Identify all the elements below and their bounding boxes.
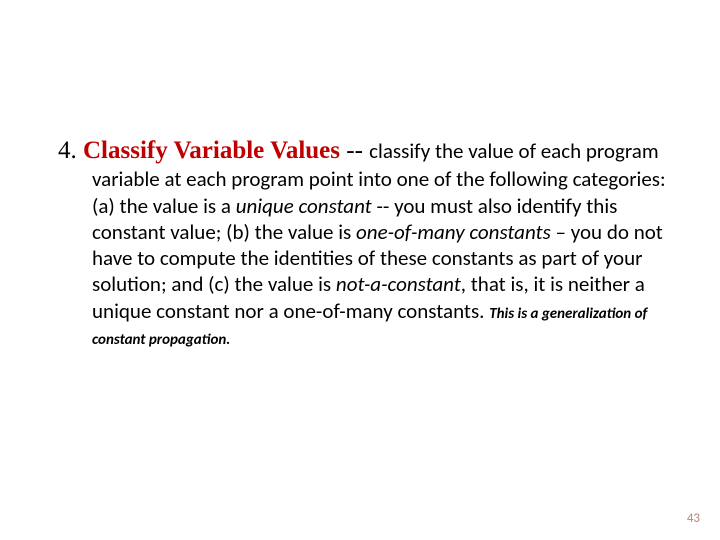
- page-number: 43: [687, 511, 700, 526]
- term-not-a-constant: not-a-constant: [336, 271, 461, 297]
- body-paragraph: 4. Classify Variable Values -- classify …: [58, 135, 668, 350]
- title-dash: --: [340, 137, 369, 164]
- slide: 4. Classify Variable Values -- classify …: [0, 0, 720, 540]
- slide-body: 4. Classify Variable Values -- classify …: [58, 135, 668, 350]
- term-unique-constant: unique constant: [236, 193, 372, 219]
- slide-title: Classify Variable Values: [83, 137, 340, 164]
- list-number: 4.: [58, 137, 83, 164]
- term-one-of-many: one-of-many constants: [356, 219, 551, 245]
